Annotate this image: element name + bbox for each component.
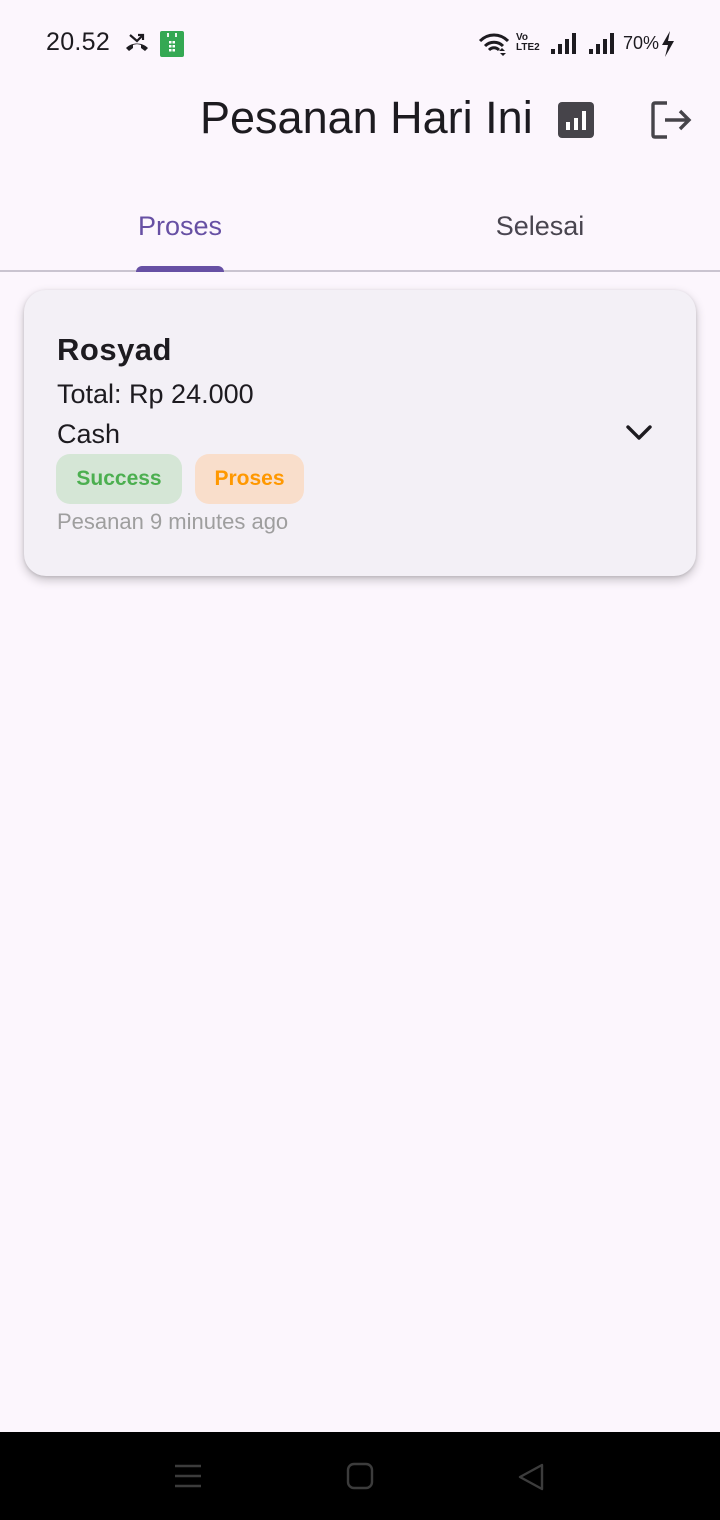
payment-status-badge: Success [56, 454, 182, 504]
volte-icon: Vo LTE2 [516, 33, 544, 53]
system-navigation-bar [0, 1432, 720, 1520]
logout-icon [651, 101, 692, 139]
charging-bolt-icon [662, 31, 674, 57]
active-tab-indicator [136, 266, 224, 272]
wifi-icon [478, 33, 510, 56]
order-time: Pesanan 9 minutes ago [57, 509, 289, 534]
payment-method: Cash [57, 419, 121, 449]
back-icon[interactable] [516, 1462, 546, 1492]
report-chart-button[interactable] [552, 96, 600, 144]
recent-apps-icon[interactable] [172, 1462, 204, 1490]
tab-selesai-label: Selesai [495, 210, 585, 241]
order-card[interactable]: Rosyad Total: Rp 24.000 Cash Success Pro… [24, 290, 696, 576]
status-bar: 20.52 Vo LTE2 70% [0, 0, 720, 86]
volte-bottom-text: LTE2 [516, 42, 540, 53]
signal-icon [589, 33, 614, 54]
tab-proses[interactable]: Proses [0, 182, 360, 270]
status-time: 20.52 [46, 28, 111, 56]
home-icon[interactable] [346, 1462, 374, 1490]
order-status-badge: Proses [195, 454, 304, 504]
chevron-down-icon[interactable] [624, 418, 654, 448]
battery-level: 70% [623, 33, 660, 53]
signal-icon [551, 33, 576, 54]
missed-call-icon [126, 33, 148, 51]
screen: 20.52 Vo LTE2 70% Pesanan Hari Ini Prose… [0, 0, 720, 1520]
store-icon [160, 31, 184, 57]
tab-selesai[interactable]: Selesai [360, 182, 720, 270]
customer-name: Rosyad [57, 332, 172, 367]
order-total: Total: Rp 24.000 [57, 379, 254, 409]
bar-chart-icon [558, 102, 594, 138]
logout-button[interactable] [646, 96, 698, 144]
page-title: Pesanan Hari Ini [200, 92, 533, 143]
tab-bar: Proses Selesai [0, 182, 720, 272]
tab-proses-label: Proses [137, 210, 223, 241]
